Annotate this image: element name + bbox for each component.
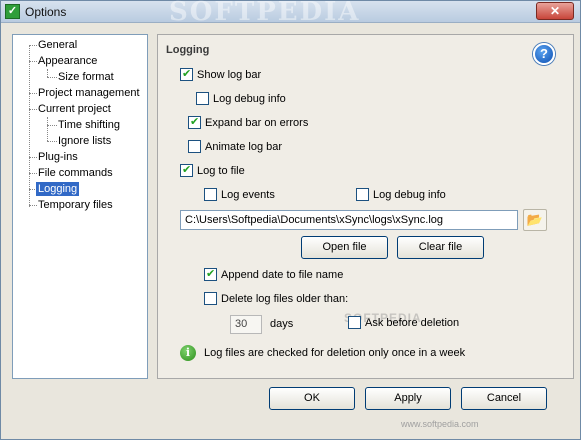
log-events-checkbox[interactable]: Log events: [204, 188, 275, 201]
checkbox-box[interactable]: [204, 188, 217, 201]
folder-icon: 📂: [526, 212, 544, 227]
checkbox-box[interactable]: [348, 316, 361, 329]
clear-file-button[interactable]: Clear file: [397, 236, 484, 259]
tree-item-ignore-lists[interactable]: Ignore lists: [58, 134, 111, 148]
checkbox-box[interactable]: [356, 188, 369, 201]
help-icon[interactable]: ?: [533, 43, 555, 65]
tree-connector: [29, 45, 37, 46]
tree-connector: [29, 61, 37, 62]
tree-item-plug-ins[interactable]: Plug-ins: [38, 150, 78, 164]
expand-bar-on-errors-label: Expand bar on errors: [205, 116, 309, 129]
title-bar: ✓ Options SOFTPEDIA ✕: [1, 0, 580, 27]
tree-item-temporary-files[interactable]: Temporary files: [38, 198, 113, 212]
options-tree: General Appearance Size format Project m…: [12, 34, 148, 379]
tree-item-current-project[interactable]: Current project: [38, 102, 111, 116]
tree-connector: [29, 205, 37, 206]
log-to-file-checkbox[interactable]: Log to file: [180, 163, 245, 177]
tree-connector: [47, 69, 48, 77]
days-input[interactable]: 30: [230, 315, 262, 334]
tree-item-logging[interactable]: Logging: [36, 182, 80, 196]
apply-button[interactable]: Apply: [365, 387, 451, 410]
append-date-label: Append date to file name: [221, 268, 344, 281]
tree-item-size-format[interactable]: Size format: [58, 70, 114, 84]
tree-connector: [47, 77, 57, 78]
log-debug-info-file-label: Log debug info: [373, 188, 446, 201]
append-date-checkbox[interactable]: Append date to file name: [204, 267, 344, 281]
checkbox-box[interactable]: [204, 292, 217, 305]
checkbox-box[interactable]: [188, 140, 201, 153]
panel-title: Logging: [166, 44, 210, 56]
log-debug-info-bar-label: Log debug info: [213, 92, 286, 105]
checkbox-box[interactable]: [180, 163, 193, 177]
logging-panel: Logging ? Show log bar Log debug info Ex…: [157, 34, 574, 379]
tree-connector: [29, 109, 37, 110]
tree-connector: [47, 117, 48, 141]
close-button[interactable]: ✕: [536, 2, 574, 20]
tree-connector: [29, 45, 30, 207]
ask-before-deletion-checkbox[interactable]: Ask before deletion: [348, 316, 459, 329]
ok-button[interactable]: OK: [269, 387, 355, 410]
log-debug-info-file-checkbox[interactable]: Log debug info: [356, 188, 446, 201]
open-file-button[interactable]: Open file: [301, 236, 388, 259]
delete-older-label: Delete log files older than:: [221, 292, 349, 305]
ask-before-deletion-label: Ask before deletion: [365, 316, 460, 329]
tree-item-time-shifting[interactable]: Time shifting: [58, 118, 120, 132]
expand-bar-on-errors-checkbox[interactable]: Expand bar on errors: [188, 115, 309, 129]
options-window: ✓ Options SOFTPEDIA ✕ General Appearance…: [0, 0, 581, 440]
footer-watermark: www.softpedia.com: [401, 419, 479, 429]
animate-log-bar-label: Animate log bar: [205, 140, 283, 153]
tree-connector: [29, 157, 37, 158]
browse-folder-button[interactable]: 📂: [523, 209, 547, 231]
log-debug-info-bar-checkbox[interactable]: Log debug info: [196, 92, 286, 105]
animate-log-bar-checkbox[interactable]: Animate log bar: [188, 140, 282, 153]
checkmark-icon: ✓: [5, 4, 20, 19]
days-label: days: [270, 318, 294, 330]
tree-item-project-management[interactable]: Project management: [38, 86, 140, 100]
info-text: Log files are checked for deletion only …: [204, 347, 466, 359]
tree-item-file-commands[interactable]: File commands: [38, 166, 113, 180]
cancel-button[interactable]: Cancel: [461, 387, 547, 410]
log-to-file-label: Log to file: [197, 164, 245, 177]
checkbox-box[interactable]: [196, 92, 209, 105]
title-watermark: SOFTPEDIA: [169, 0, 361, 27]
checkbox-box[interactable]: [188, 115, 201, 129]
checkbox-box[interactable]: [180, 67, 193, 81]
window-title: Options: [25, 5, 67, 19]
info-icon: i: [180, 345, 196, 361]
tree-connector: [29, 93, 37, 94]
tree-connector: [29, 173, 37, 174]
tree-connector: [47, 141, 57, 142]
show-log-bar-checkbox[interactable]: Show log bar: [180, 67, 262, 81]
show-log-bar-label: Show log bar: [197, 68, 262, 81]
log-events-label: Log events: [221, 188, 275, 201]
delete-older-checkbox[interactable]: Delete log files older than:: [204, 292, 348, 305]
tree-item-appearance[interactable]: Appearance: [38, 54, 97, 68]
tree-item-general[interactable]: General: [38, 38, 77, 52]
tree-connector: [47, 125, 57, 126]
log-path-input[interactable]: C:\Users\Softpedia\Documents\xSync\logs\…: [180, 210, 518, 230]
checkbox-box[interactable]: [204, 267, 217, 281]
